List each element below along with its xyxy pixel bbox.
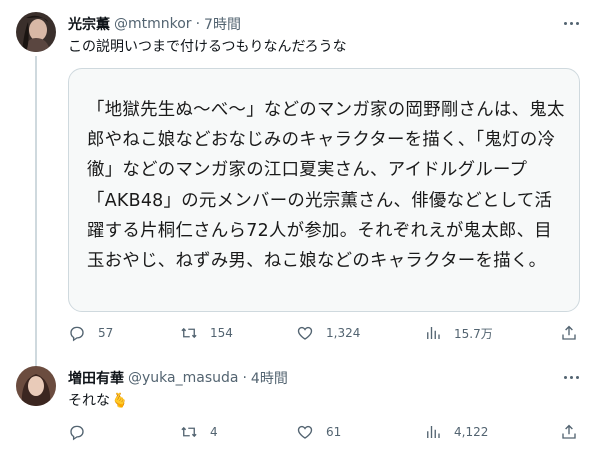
- views-icon: [427, 426, 440, 438]
- reply-button[interactable]: [68, 423, 98, 441]
- hand-emoji: 🫰: [111, 393, 129, 409]
- avatar[interactable]: [16, 366, 56, 406]
- tweet-text: それな🫰: [68, 391, 128, 411]
- timestamp[interactable]: 4時間: [251, 368, 288, 388]
- like-button[interactable]: 61: [296, 423, 341, 441]
- avatar[interactable]: [16, 12, 56, 52]
- action-bar: 4 61 4,122: [68, 421, 580, 443]
- action-bar: 57 154 1,324 15.7万: [68, 322, 580, 344]
- like-icon: [297, 326, 313, 340]
- share-icon: [562, 424, 576, 439]
- share-button[interactable]: [560, 423, 578, 441]
- reply-icon: [70, 425, 84, 441]
- tweet-text-body: それな: [68, 393, 110, 409]
- timestamp[interactable]: 7時間: [204, 14, 241, 34]
- views-button[interactable]: 4,122: [424, 423, 488, 441]
- tweet[interactable]: 増田有華 @yuka_masuda · 4時間 それな🫰 4 61 4,122: [0, 354, 598, 458]
- user-handle[interactable]: @yuka_masuda: [128, 370, 238, 386]
- share-button[interactable]: [560, 324, 578, 342]
- retweet-count: 4: [210, 425, 218, 439]
- tweet-header: 光宗薫 @mtmnkor · 7時間: [68, 14, 241, 34]
- like-icon: [297, 425, 313, 439]
- separator: ·: [195, 16, 201, 32]
- retweet-button[interactable]: 154: [180, 324, 233, 342]
- views-count: 15.7万: [454, 326, 493, 341]
- retweet-count: 154: [210, 326, 233, 340]
- thread-line: [35, 56, 37, 368]
- reply-button[interactable]: 57: [68, 324, 113, 342]
- share-icon: [562, 325, 576, 340]
- retweet-button[interactable]: 4: [180, 423, 218, 441]
- separator: ·: [242, 370, 247, 386]
- views-button[interactable]: 15.7万: [424, 324, 493, 342]
- retweet-icon: [181, 327, 197, 339]
- views-count: 4,122: [454, 425, 489, 439]
- tweet-text: この説明いつまで付けるつもりなんだろうな: [68, 39, 347, 55]
- like-count: 61: [326, 425, 342, 439]
- more-icon[interactable]: [562, 368, 580, 386]
- image-text: 「地獄先生ぬ〜べ〜」などのマンガ家の岡野剛さんは、鬼太郎やねこ娘などおなじみのキ…: [87, 100, 565, 272]
- tweet[interactable]: 光宗薫 @mtmnkor · 7時間 この説明いつまで付けるつもりなんだろうな …: [0, 0, 598, 368]
- like-button[interactable]: 1,324: [296, 324, 360, 342]
- display-name[interactable]: 光宗薫: [68, 14, 110, 34]
- like-count: 1,324: [326, 326, 361, 340]
- user-handle[interactable]: @mtmnkor: [114, 16, 192, 32]
- reply-count: 57: [98, 326, 114, 340]
- tweet-header: 増田有華 @yuka_masuda · 4時間: [68, 368, 288, 388]
- attached-image[interactable]: 「地獄先生ぬ〜べ〜」などのマンガ家の岡野剛さんは、鬼太郎やねこ娘などおなじみのキ…: [68, 68, 580, 312]
- retweet-icon: [181, 426, 197, 438]
- more-icon[interactable]: [562, 14, 580, 32]
- display-name[interactable]: 増田有華: [68, 368, 124, 388]
- views-icon: [427, 327, 440, 339]
- reply-icon: [70, 326, 84, 342]
